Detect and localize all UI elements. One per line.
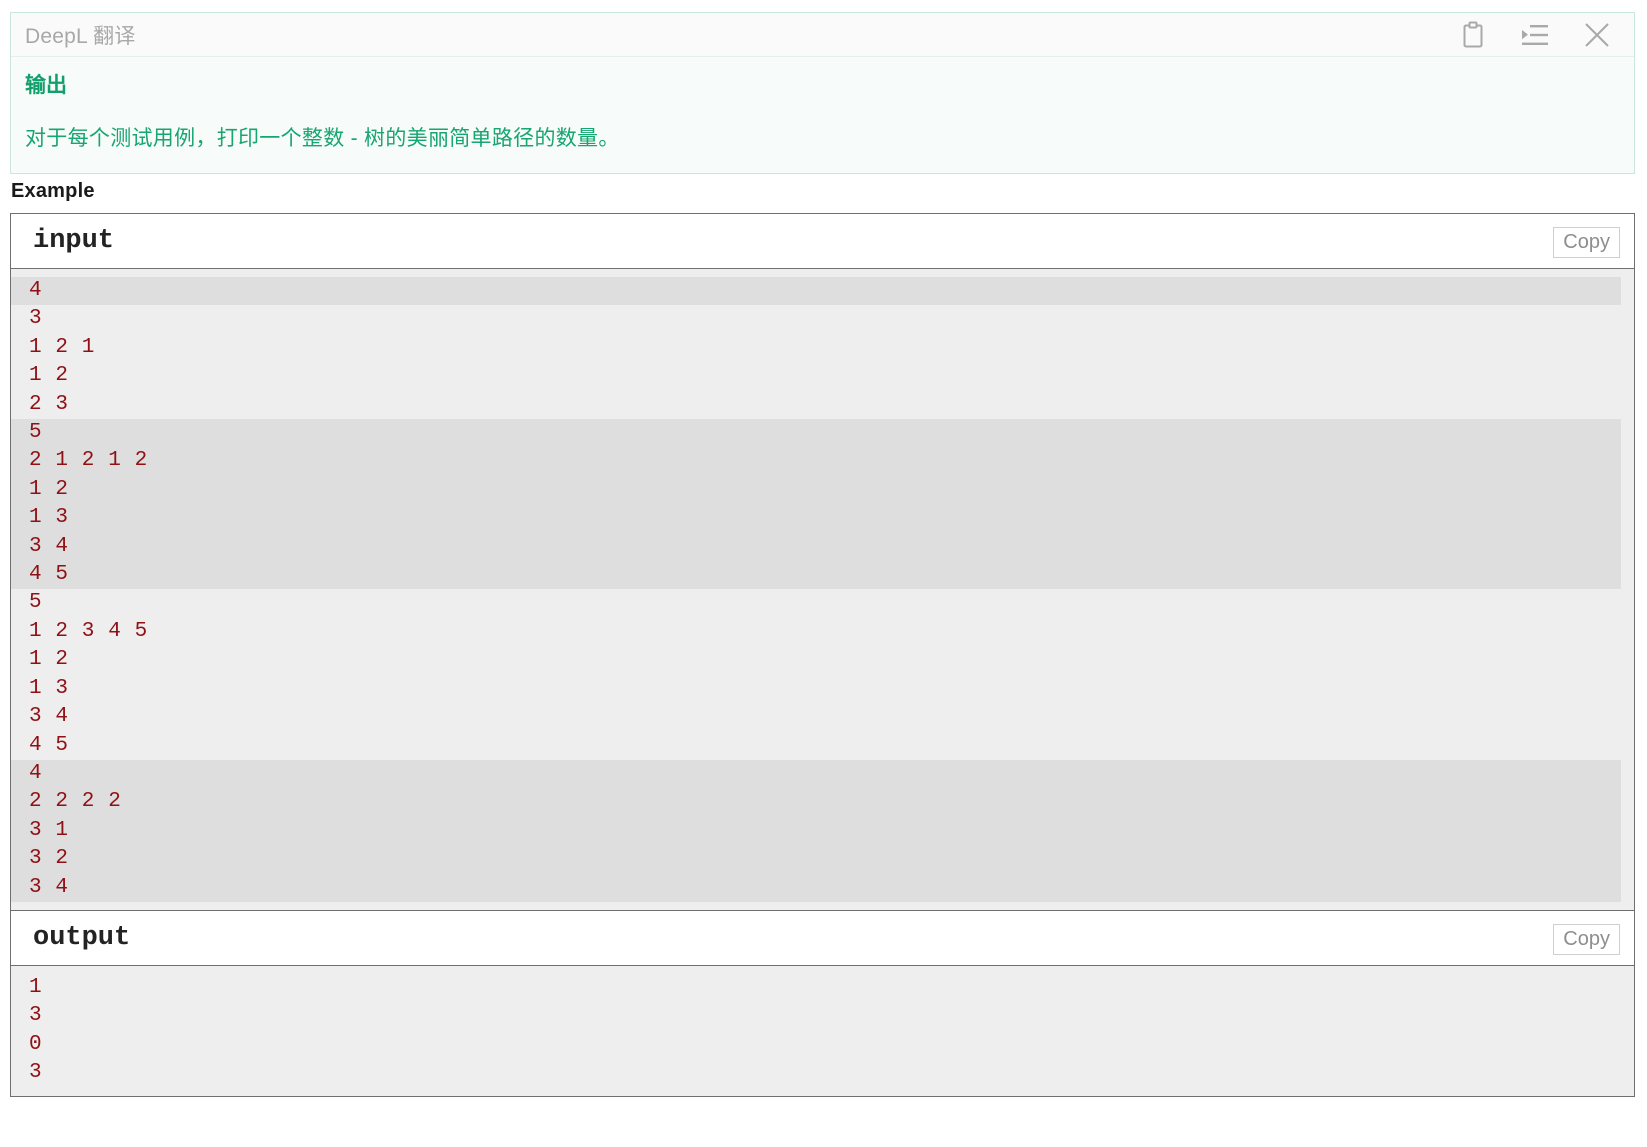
code-line: 4 [29,761,43,785]
deepl-translation-body: 输出 对于每个测试用例，打印一个整数 - 树的美丽简单路径的数量。 [11,57,1634,173]
code-line: 3 [29,1004,43,1028]
test-case-group: 3 1 2 1 1 2 2 3 [11,305,1621,420]
copy-output-button[interactable]: Copy [1553,923,1620,955]
copy-translation-button[interactable] [1442,14,1504,56]
input-label: input [33,226,115,256]
output-title-bar: output Copy [11,910,1634,966]
code-line: 1 2 3 4 5 [29,619,148,643]
code-line: 4 5 [29,733,69,757]
sample-output-block: output Copy 1 3 0 3 [11,910,1634,1096]
output-label: output [33,922,131,953]
code-line: 1 2 1 [29,335,96,359]
code-line: 3 [29,1061,43,1085]
code-line: 3 [29,307,43,331]
code-line: 3 4 [29,875,69,899]
code-line: 3 4 [29,534,69,558]
input-data-area[interactable]: 4 3 1 2 1 1 2 2 3 5 2 1 2 1 2 1 2 1 3 3 4 4 5 5 1 2 … [11,269,1634,911]
code-line: 3 4 [29,705,69,729]
test-case-group: 5 2 1 2 1 2 1 2 1 3 3 4 4 5 [11,419,1621,590]
translated-paragraph: 对于每个测试用例，打印一个整数 - 树的美丽简单路径的数量。 [25,127,620,150]
code-line: 5 [29,421,43,445]
clipboard-icon [1461,21,1485,48]
test-case-group: 4 [11,277,1621,306]
translated-section-heading: 输出 [25,74,67,97]
sample-input-block: input Copy 4 3 1 2 1 1 2 2 3 5 2 1 2 1 2 1 2 1 3… [11,214,1634,911]
text-indent-icon [1521,23,1549,47]
code-line: 2 3 [29,392,69,416]
code-line: 1 2 [29,648,69,672]
copy-input-button[interactable]: Copy [1553,227,1620,258]
test-case-group: 5 1 2 3 4 5 1 2 1 3 3 4 4 5 [11,589,1621,760]
sample-tests-container: input Copy 4 3 1 2 1 1 2 2 3 5 2 1 2 1 2 1 2 1 3… [10,213,1635,1097]
close-icon [1583,21,1611,49]
test-case-group: 4 2 2 2 2 3 1 3 2 3 4 [11,759,1621,902]
code-line: 1 2 [29,364,69,388]
close-panel-button[interactable] [1566,14,1628,56]
example-heading: Example [11,180,95,202]
code-line: 1 2 [29,477,69,501]
code-line: 2 1 2 1 2 [29,449,148,473]
output-data-area[interactable]: 1 3 0 3 [11,965,1634,1096]
input-title-bar: input Copy [11,214,1634,269]
code-line: 0 [29,1032,43,1056]
deepl-panel-title: DeepL 翻译 [25,24,136,48]
deepl-translation-panel: DeepL 翻译 输出 对于每个测试用例，打印一个整数 - 树的美丽简单路径的数… [10,12,1635,174]
code-line: 4 [29,279,43,302]
code-line: 3 2 [29,847,69,871]
code-line: 4 5 [29,563,69,587]
code-line: 5 [29,591,43,615]
code-line: 1 3 [29,506,69,530]
input-groups: 4 3 1 2 1 1 2 2 3 5 2 1 2 1 2 1 2 1 3 3 4 4 5 5 1 2 … [11,269,1621,910]
code-line: 1 [29,975,43,999]
toggle-compact-view-button[interactable] [1504,14,1566,56]
code-line: 2 2 2 2 [29,790,122,814]
test-case-group: 1 3 0 3 [11,973,1621,1088]
code-line: 1 3 [29,676,69,700]
output-groups: 1 3 0 3 [11,966,1621,1096]
deepl-panel-header: DeepL 翻译 [11,13,1634,57]
code-line: 3 1 [29,818,69,842]
